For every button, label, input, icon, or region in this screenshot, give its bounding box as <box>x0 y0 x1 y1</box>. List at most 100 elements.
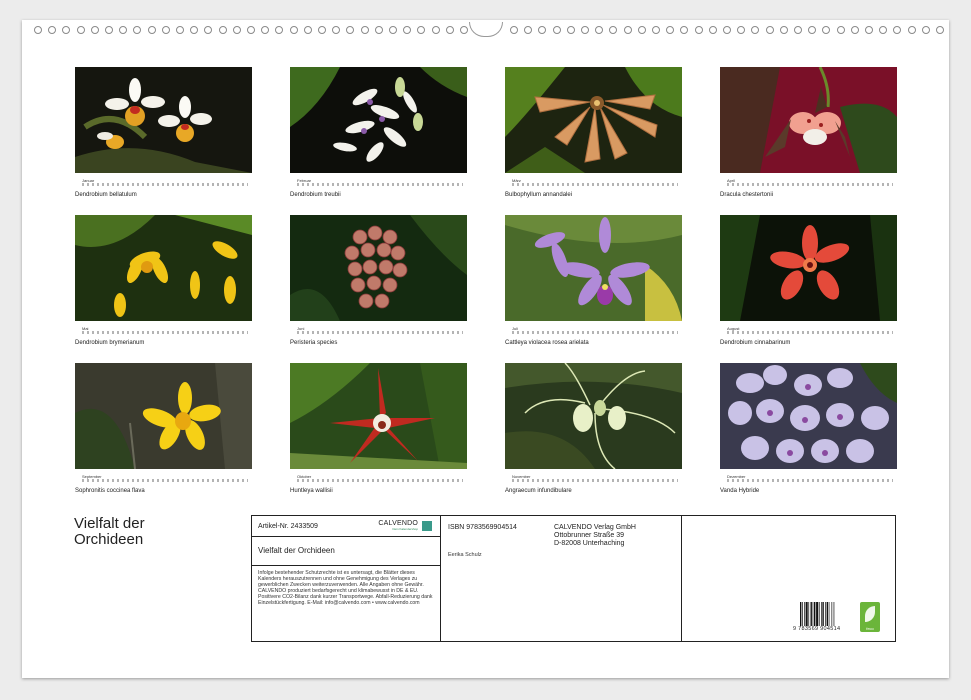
barcode-bar <box>816 602 819 626</box>
binding-ring <box>552 26 561 34</box>
binding-ring <box>48 26 57 34</box>
binding-ring <box>907 26 916 34</box>
orchid-photo <box>720 67 897 173</box>
binding-ring <box>190 26 199 34</box>
binding-ring <box>318 26 326 34</box>
binding-ring <box>723 26 731 34</box>
month-cell-may[interactable]: Mai Dendrobium brymerianum <box>75 215 252 346</box>
article-row: Artikel-Nr. 2433509 CALVENDO Dein Kalend… <box>252 516 440 537</box>
photo-caption: Dendrobium treubii <box>290 192 341 198</box>
orchid-photo <box>75 215 252 321</box>
binding-ring <box>431 26 440 34</box>
binding-ring <box>836 26 845 34</box>
barcode-bar <box>812 602 814 626</box>
binding-ring <box>680 26 689 34</box>
binding-ring <box>389 26 397 34</box>
month-cell-september[interactable]: September Sophronitis coccinea flava <box>75 363 252 494</box>
month-cell-november[interactable]: November Angraecum infundibulare <box>505 363 682 494</box>
binding-ring <box>204 26 213 34</box>
binding-ring <box>90 26 99 34</box>
binding-ring <box>666 26 675 34</box>
month-grid: März <box>505 178 682 190</box>
binding-ring <box>62 26 71 34</box>
product-info-box: Artikel-Nr. 2433509 CALVENDO Dein Kalend… <box>251 515 896 642</box>
binding-ring <box>218 26 227 34</box>
month-grid: Februar <box>290 178 467 190</box>
orchid-photo <box>75 363 252 469</box>
barcode-bar <box>804 602 805 626</box>
month-cell-august[interactable]: August Dendrobium cinnabarinum <box>720 215 897 346</box>
orchid-photo <box>290 215 467 321</box>
binding-ring <box>147 26 156 34</box>
month-cell-january[interactable]: Januar Dendrobium bellatulum <box>75 67 252 198</box>
orchid-photo <box>505 363 682 469</box>
info-calendar-title: Vielfalt der Orchideen <box>258 546 335 555</box>
orchid-photo <box>290 363 467 469</box>
binding-ring <box>524 26 533 34</box>
month-grid: Mai <box>75 326 252 338</box>
calvendo-logo-icon <box>422 521 432 531</box>
binding-ring <box>822 26 831 34</box>
author-name: Eerika Schulz <box>448 552 482 558</box>
title-row: Vielfalt der Orchideen <box>252 537 440 566</box>
month-cell-july[interactable]: Juli Cattleya violacea rosea arielata <box>505 215 682 346</box>
binding-ring <box>779 26 788 34</box>
binding-ring <box>289 26 298 34</box>
barcode-bar <box>831 602 833 626</box>
barcode-bar <box>822 602 824 626</box>
photo-caption: Peristeria species <box>290 340 338 346</box>
calendar-title: Vielfalt der Orchideen <box>74 516 145 548</box>
barcode-icon <box>800 602 835 626</box>
brand-name: CALVENDO <box>378 520 418 527</box>
binding-ring <box>893 26 902 34</box>
month-grid: Januar <box>75 178 252 190</box>
binding-ring <box>538 26 547 34</box>
brand-tagline: Dein Kalendershop <box>392 527 418 531</box>
binding-ring <box>623 26 632 34</box>
binding-ring <box>346 26 355 34</box>
binding-ring <box>76 26 85 34</box>
calendar-title-line-2: Orchideen <box>74 531 144 548</box>
binding-ring <box>694 26 703 34</box>
calendar-title-line-1: Vielfalt der <box>74 515 145 532</box>
eco-label: feco <box>866 626 874 631</box>
barcode-bar <box>825 602 826 626</box>
binding-ring <box>34 26 42 34</box>
month-cell-february[interactable]: Februar Dendrobium treubii <box>290 67 467 198</box>
binding-ring <box>737 26 746 34</box>
binding-ring <box>119 26 128 34</box>
month-cell-march[interactable]: März Bulbophyllum annandalei <box>505 67 682 198</box>
month-cell-december[interactable]: Dezember Vanda Hybride <box>720 363 897 494</box>
binding-ring <box>652 26 660 34</box>
photo-caption: Angraecum infundibulare <box>505 488 572 494</box>
binding-ring <box>303 26 312 34</box>
binding-ring <box>566 26 575 34</box>
photo-caption: Dendrobium cinnabarinum <box>720 340 791 346</box>
publisher-line: Ottobrunner Straße 39 <box>554 532 625 539</box>
month-cell-june[interactable]: Juni Peristeria species <box>290 215 467 346</box>
binding-ring <box>403 26 412 34</box>
publisher-line: CALVENDO Verlag GmbH <box>554 524 636 531</box>
info-column-left: Artikel-Nr. 2433509 CALVENDO Dein Kalend… <box>252 516 441 641</box>
isbn: ISBN 9783569904514 <box>448 524 517 531</box>
barcode-bar <box>833 602 835 626</box>
binding-ring <box>261 26 270 34</box>
publisher-line: D-82008 Unterhaching <box>554 540 625 547</box>
month-cell-april[interactable]: April Dracula chestertonii <box>720 67 897 198</box>
article-number: Artikel-Nr. 2433509 <box>258 523 318 530</box>
photo-caption: Cattleya violacea rosea arielata <box>505 340 589 346</box>
orchid-photo <box>505 67 682 173</box>
binding-ring <box>161 26 170 34</box>
binding-ring <box>794 26 802 34</box>
binding-ring <box>374 26 383 34</box>
orchid-photo <box>720 363 897 469</box>
barcode-bar <box>818 602 820 626</box>
binding-ring <box>247 26 255 34</box>
binding-ring <box>595 26 604 34</box>
photo-caption: Bulbophyllum annandalei <box>505 192 573 198</box>
binding-ring <box>360 26 369 34</box>
photo-caption: Dendrobium brymerianum <box>75 340 145 346</box>
month-cell-october[interactable]: Oktober Huntleya wallisii <box>290 363 467 494</box>
barcode-bar <box>800 602 802 626</box>
month-grid: September <box>75 474 252 486</box>
